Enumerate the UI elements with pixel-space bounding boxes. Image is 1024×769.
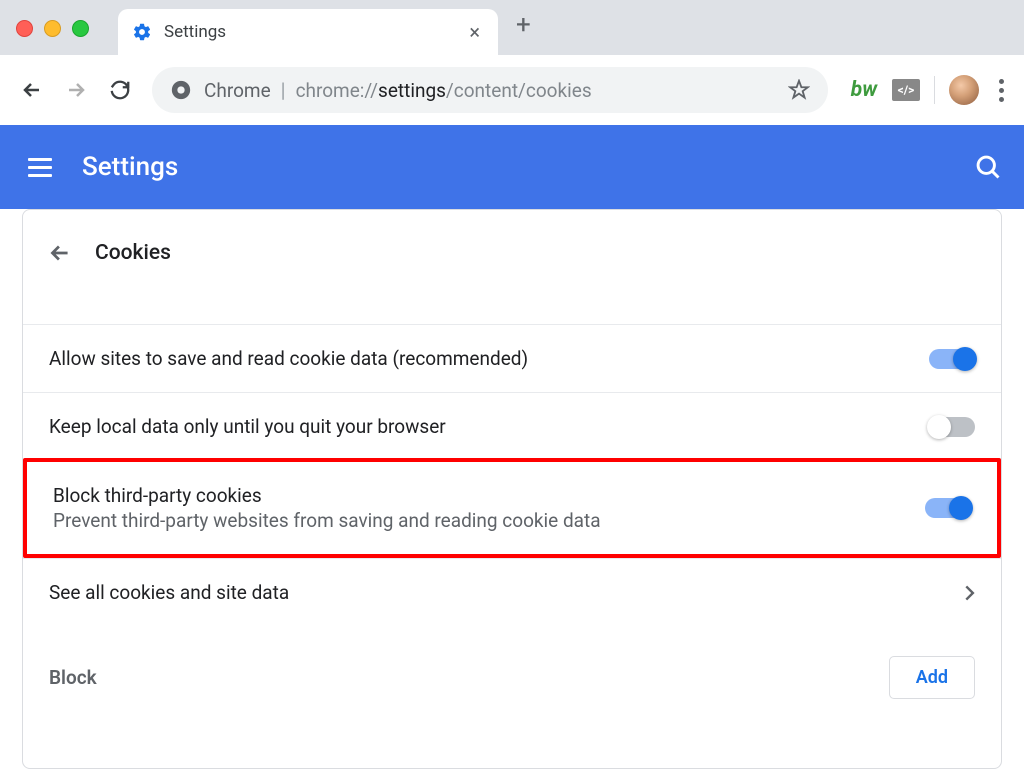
card-header: Cookies: [23, 210, 1001, 296]
browser-tab[interactable]: Settings ×: [118, 9, 498, 55]
browser-chrome: Settings × + Chrome | chrome://settings/…: [0, 0, 1024, 125]
setting-block-third-party: Block third-party cookies Prevent third-…: [23, 458, 1001, 558]
setting-label: Allow sites to save and read cookie data…: [49, 347, 929, 370]
new-tab-button[interactable]: +: [516, 10, 531, 40]
setting-description: Prevent third-party websites from saving…: [53, 509, 925, 532]
setting-label: Block third-party cookies: [53, 484, 925, 507]
app-title: Settings: [82, 152, 974, 182]
block-section-label: Block: [49, 666, 889, 689]
address-bar[interactable]: Chrome | chrome://settings/content/cooki…: [152, 67, 828, 113]
omnibox-url: chrome://settings/content/cookies: [296, 79, 592, 102]
add-button[interactable]: Add: [889, 656, 975, 699]
reload-button[interactable]: [102, 72, 138, 108]
chevron-right-icon: [965, 585, 975, 601]
tab-title: Settings: [164, 22, 465, 42]
setting-label: See all cookies and site data: [49, 581, 965, 604]
setting-label: Keep local data only until you quit your…: [49, 415, 929, 438]
extension-devtools-icon[interactable]: </>: [892, 79, 920, 101]
bookmark-star-icon[interactable]: [788, 79, 810, 101]
profile-avatar[interactable]: [949, 75, 979, 105]
omnibox-prefix: Chrome: [204, 79, 271, 102]
maximize-window-button[interactable]: [72, 20, 89, 37]
content-area: Cookies Allow sites to save and read coo…: [0, 209, 1024, 769]
toolbar-separator: [934, 76, 935, 104]
browser-toolbar: Chrome | chrome://settings/content/cooki…: [0, 55, 1024, 125]
close-tab-icon[interactable]: ×: [465, 20, 484, 44]
tab-strip: Settings × +: [0, 0, 1024, 55]
browser-menu-button[interactable]: [993, 79, 1010, 102]
setting-allow-cookies: Allow sites to save and read cookie data…: [23, 324, 1001, 392]
menu-button[interactable]: [22, 152, 58, 183]
chrome-icon: [170, 79, 192, 101]
block-section: Block Add: [23, 626, 1001, 709]
back-button[interactable]: [14, 72, 50, 108]
setting-keep-local: Keep local data only until you quit your…: [23, 392, 1001, 460]
gear-icon: [132, 22, 152, 42]
minimize-window-button[interactable]: [44, 20, 61, 37]
app-header: Settings: [0, 125, 1024, 209]
toolbar-right: bw </>: [850, 75, 1010, 105]
close-window-button[interactable]: [16, 20, 33, 37]
search-icon[interactable]: [974, 153, 1002, 181]
forward-button[interactable]: [58, 72, 94, 108]
extension-bw-icon[interactable]: bw: [850, 76, 878, 104]
back-arrow-icon[interactable]: [47, 240, 73, 266]
toggle-block-third-party[interactable]: [925, 498, 971, 518]
window-controls: [16, 20, 89, 37]
section-title: Cookies: [95, 241, 171, 265]
setting-see-all-cookies[interactable]: See all cookies and site data: [23, 558, 1001, 626]
toggle-allow-cookies[interactable]: [929, 349, 975, 369]
omnibox-separator: |: [281, 78, 286, 102]
toggle-keep-local[interactable]: [929, 417, 975, 437]
settings-card: Cookies Allow sites to save and read coo…: [22, 209, 1002, 769]
